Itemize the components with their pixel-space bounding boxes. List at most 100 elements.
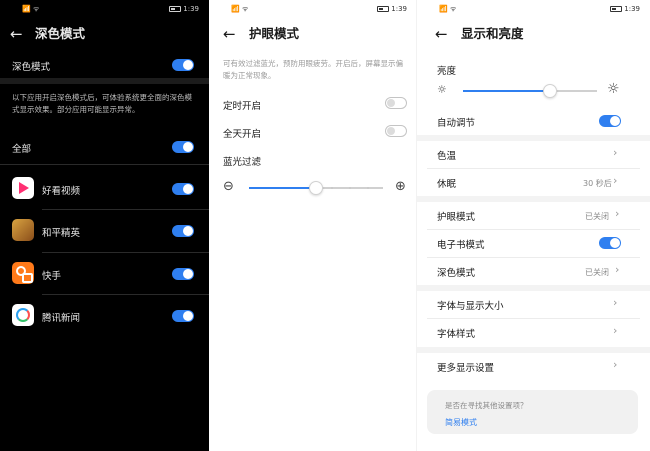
chevron-right-icon: › bbox=[615, 207, 620, 220]
chevron-right-icon: › bbox=[613, 358, 618, 371]
app-toggle[interactable] bbox=[172, 183, 194, 195]
eye-comfort-description: 可有效过滤蓝光，预防用眼疲劳。开启后，屏幕显示偏暖为正常现象。 bbox=[223, 59, 403, 80]
divider bbox=[427, 318, 640, 319]
status-time: 1:39 bbox=[391, 5, 407, 13]
all-day-toggle[interactable] bbox=[385, 125, 407, 137]
ebook-mode-label: 电子书模式 bbox=[437, 240, 485, 251]
suggestion-card: 是否在寻找其他设置项？ 简易模式 bbox=[427, 390, 638, 434]
decrease-icon[interactable]: ⊖ bbox=[223, 180, 234, 194]
back-arrow-icon[interactable]: ← bbox=[10, 24, 26, 44]
font-size-label: 字体与显示大小 bbox=[437, 301, 504, 312]
font-size-row[interactable]: 字体与显示大小 › bbox=[417, 294, 650, 314]
more-display-row[interactable]: 更多显示设置 › bbox=[417, 356, 650, 376]
app-name: 好看视频 bbox=[42, 186, 81, 197]
app-row-heping[interactable]: 和平精英 bbox=[0, 219, 209, 243]
app-row-kuaishou[interactable]: 快手 bbox=[0, 262, 209, 286]
auto-brightness-toggle[interactable] bbox=[599, 115, 621, 127]
dark-mode-toggle-row[interactable]: 深色模式 bbox=[0, 54, 209, 76]
font-style-label: 字体样式 bbox=[437, 329, 476, 340]
signal-icons: 📶 ᯤ bbox=[231, 5, 249, 13]
battery-icon bbox=[610, 6, 623, 12]
auto-brightness-row[interactable]: 自动调节 bbox=[417, 112, 650, 132]
scheduled-label: 定时开启 bbox=[223, 101, 262, 112]
brightness-slider-thumb[interactable] bbox=[543, 84, 558, 98]
all-apps-row[interactable]: 全部 bbox=[0, 136, 209, 158]
signal-icons: 📶 ᯤ bbox=[439, 5, 457, 13]
page-title: 深色模式 bbox=[35, 26, 86, 41]
battery-icon bbox=[377, 6, 390, 12]
sleep-value: 30 秒后 bbox=[583, 179, 612, 188]
app-name: 腾讯新闻 bbox=[42, 313, 81, 324]
page-title: 显示和亮度 bbox=[461, 26, 524, 41]
dark-mode-toggle[interactable] bbox=[172, 59, 194, 71]
brightness-slider-fill bbox=[463, 90, 551, 92]
dark-mode-description: 以下应用开启深色模式后，可体验系统更全面的深色模式显示效果。部分应用可能显示异常… bbox=[12, 93, 192, 114]
status-bar: 📶 ᯤ 1:39 bbox=[209, 4, 417, 16]
chevron-right-icon: › bbox=[613, 174, 618, 187]
section-divider bbox=[417, 196, 650, 202]
all-day-row[interactable]: 全天开启 bbox=[209, 122, 417, 144]
filter-slider-thumb[interactable] bbox=[309, 181, 323, 195]
sleep-label: 休眠 bbox=[437, 179, 457, 190]
app-toggle[interactable] bbox=[172, 225, 194, 237]
tick-mark bbox=[331, 187, 333, 189]
app-row-tencent-news[interactable]: 腾讯新闻 bbox=[0, 304, 209, 328]
app-toggle[interactable] bbox=[172, 268, 194, 280]
ebook-mode-toggle[interactable] bbox=[599, 237, 621, 249]
eye-comfort-label: 护眼模式 bbox=[437, 212, 476, 223]
status-bar: 📶 ᯤ 1:39 bbox=[417, 4, 650, 16]
sun-large-icon: ☼ bbox=[607, 81, 620, 97]
dark-mode-label: 深色模式 bbox=[12, 62, 51, 73]
sun-small-icon: ☼ bbox=[437, 83, 447, 96]
section-divider bbox=[0, 78, 209, 84]
app-name: 和平精英 bbox=[42, 228, 81, 239]
tick-mark bbox=[349, 187, 351, 189]
more-display-label: 更多显示设置 bbox=[437, 363, 495, 374]
sleep-row[interactable]: 休眠 30 秒后 › bbox=[417, 172, 650, 192]
auto-brightness-label: 自动调节 bbox=[437, 118, 476, 129]
ebook-mode-row[interactable]: 电子书模式 bbox=[417, 233, 650, 253]
header: ← 显示和亮度 bbox=[417, 24, 650, 46]
font-style-row[interactable]: 字体样式 › bbox=[417, 322, 650, 342]
chevron-right-icon: › bbox=[613, 296, 618, 309]
filter-slider-fill bbox=[249, 187, 316, 189]
divider bbox=[42, 294, 209, 295]
brightness-slider-row: ☼ ☼ bbox=[417, 82, 650, 100]
page-title: 护眼模式 bbox=[249, 26, 300, 41]
status-time: 1:39 bbox=[624, 5, 640, 13]
game-icon bbox=[12, 219, 34, 241]
app-name: 快手 bbox=[42, 271, 62, 282]
eye-comfort-screen: 📶 ᯤ 1:39 ← 护眼模式 可有效过滤蓝光，预防用眼疲劳。开启后，屏幕显示偏… bbox=[209, 0, 417, 451]
status-time: 1:39 bbox=[183, 5, 199, 13]
all-apps-toggle[interactable] bbox=[172, 141, 194, 153]
eye-comfort-row[interactable]: 护眼模式 已关闭 › bbox=[417, 205, 650, 225]
simple-mode-link[interactable]: 简易模式 bbox=[445, 417, 477, 428]
color-temperature-row[interactable]: 色温 › bbox=[417, 144, 650, 164]
scheduled-row[interactable]: 定时开启 bbox=[209, 94, 417, 116]
kuaishou-icon bbox=[12, 262, 34, 284]
dark-mode-row[interactable]: 深色模式 已关闭 › bbox=[417, 261, 650, 281]
status-right: 1:39 bbox=[608, 5, 640, 13]
chevron-right-icon: › bbox=[615, 263, 620, 276]
divider bbox=[427, 168, 640, 169]
back-arrow-icon[interactable]: ← bbox=[223, 24, 239, 44]
app-row-haokan[interactable]: 好看视频 bbox=[0, 177, 209, 201]
battery-icon bbox=[169, 6, 182, 12]
header: ← 护眼模式 bbox=[209, 24, 417, 46]
app-toggle[interactable] bbox=[172, 310, 194, 322]
scheduled-toggle[interactable] bbox=[385, 97, 407, 109]
status-right: 1:39 bbox=[375, 5, 407, 13]
filter-slider-row: ⊖ ⊕ bbox=[209, 178, 417, 198]
dark-mode-screen: 📶 ᯤ 1:39 ← 深色模式 深色模式 以下应用开启深色模式后，可体验系统更全… bbox=[0, 0, 209, 451]
status-right: 1:39 bbox=[167, 5, 199, 13]
all-apps-label: 全部 bbox=[12, 144, 32, 155]
eye-comfort-value: 已关闭 bbox=[585, 212, 609, 221]
divider bbox=[42, 252, 209, 253]
play-video-icon bbox=[12, 177, 34, 199]
divider bbox=[427, 257, 640, 258]
signal-icons: 📶 ᯤ bbox=[22, 5, 40, 13]
tencent-news-icon bbox=[12, 304, 34, 326]
increase-icon[interactable]: ⊕ bbox=[395, 180, 406, 194]
back-arrow-icon[interactable]: ← bbox=[435, 24, 451, 44]
dark-mode-label: 深色模式 bbox=[437, 268, 476, 279]
